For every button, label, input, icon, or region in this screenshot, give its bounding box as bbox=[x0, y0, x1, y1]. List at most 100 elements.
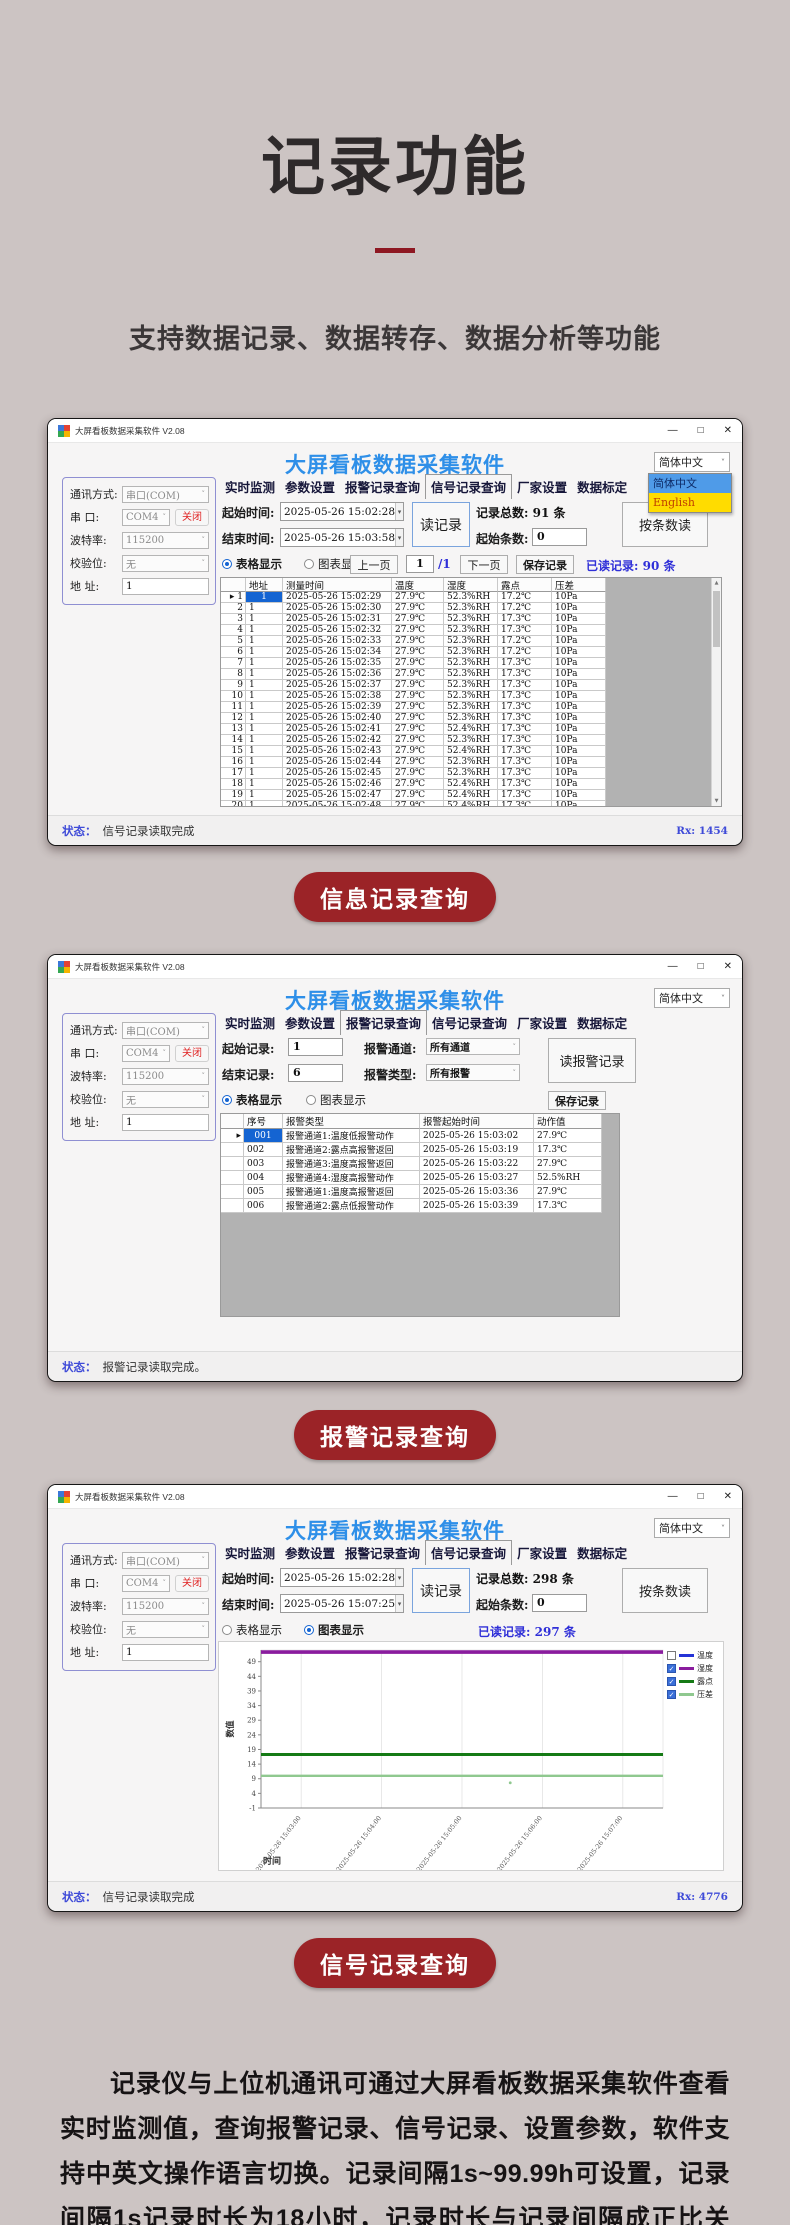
start-time-input[interactable]: 2025-05-26 15:02:28▾ bbox=[280, 502, 404, 521]
table-view-radio[interactable]: 表格显示 bbox=[222, 1622, 282, 1638]
table-row[interactable]: 1012025-05-26 15:02:3827.9℃52.3%RH17.3℃1… bbox=[221, 691, 721, 702]
tab-3[interactable]: 信号记录查询 bbox=[425, 1540, 512, 1565]
minimize-button[interactable]: — bbox=[668, 962, 678, 972]
port-close-button[interactable]: 关闭 bbox=[175, 1575, 209, 1592]
offset-input[interactable]: 0 bbox=[532, 1594, 587, 1612]
chart-view-radio[interactable]: 图表显示 bbox=[306, 1092, 366, 1108]
language-dropdown[interactable]: 简体中文 ˅ bbox=[654, 452, 730, 472]
save-records-button[interactable]: 保存记录 bbox=[516, 555, 574, 574]
table-row[interactable]: 1812025-05-26 15:02:4627.9℃52.4%RH17.3℃1… bbox=[221, 779, 721, 790]
table-row[interactable]: 005报警通道1:温度高报警返回2025-05-26 15:03:3627.9℃ bbox=[221, 1185, 619, 1199]
read-records-button[interactable]: 读记录 bbox=[412, 1568, 470, 1613]
table-row[interactable]: 006报警通道2:露点低报警动作2025-05-26 15:03:3917.3℃ bbox=[221, 1199, 619, 1213]
tab-5[interactable]: 数据标定 bbox=[572, 476, 632, 497]
language-dropdown[interactable]: 简体中文 ˅ bbox=[654, 988, 730, 1008]
checkbox-unchecked-icon[interactable] bbox=[667, 1651, 676, 1660]
calendar-drop-icon[interactable]: ▾ bbox=[395, 1595, 403, 1612]
tab-1[interactable]: 参数设置 bbox=[280, 476, 340, 497]
comm-port-select[interactable]: COM4˅ bbox=[122, 1575, 170, 1592]
titlebar[interactable]: 大屏看板数据采集软件 V2.08 — □ ✕ bbox=[48, 955, 742, 979]
maximize-button[interactable]: □ bbox=[698, 1492, 704, 1502]
table-row[interactable]: 1612025-05-26 15:02:4427.9℃52.3%RH17.3℃1… bbox=[221, 757, 721, 768]
scroll-thumb[interactable] bbox=[713, 591, 720, 647]
table-row[interactable]: 1112025-05-26 15:02:3927.9℃52.3%RH17.3℃1… bbox=[221, 702, 721, 713]
scroll-up-icon[interactable]: ▲ bbox=[712, 580, 721, 586]
tab-5[interactable]: 数据标定 bbox=[572, 1542, 632, 1563]
table-row[interactable]: ▸ 112025-05-26 15:02:2927.9℃52.3%RH17.2℃… bbox=[221, 592, 721, 603]
tab-2[interactable]: 报警记录查询 bbox=[340, 1542, 425, 1563]
table-row[interactable]: 1512025-05-26 15:02:4327.9℃52.4%RH17.3℃1… bbox=[221, 746, 721, 757]
tab-5[interactable]: 数据标定 bbox=[572, 1012, 632, 1033]
checkbox-checked-icon[interactable]: ✓ bbox=[667, 1677, 676, 1686]
table-row[interactable]: 312025-05-26 15:02:3127.9℃52.3%RH17.3℃10… bbox=[221, 614, 721, 625]
table-row[interactable]: 1312025-05-26 15:02:4127.9℃52.4%RH17.3℃1… bbox=[221, 724, 721, 735]
signal-record-table[interactable]: 地址测量时间温度湿度露点压差▸ 112025-05-26 15:02:2927.… bbox=[220, 577, 722, 807]
read-by-count-button[interactable]: 按条数读 bbox=[622, 1568, 708, 1613]
tab-2[interactable]: 报警记录查询 bbox=[340, 476, 425, 497]
tab-0[interactable]: 实时监测 bbox=[220, 1542, 280, 1563]
comm-baud-select[interactable]: 115200˅ bbox=[122, 1598, 209, 1615]
table-row[interactable]: 712025-05-26 15:02:3527.9℃52.3%RH17.3℃10… bbox=[221, 658, 721, 669]
tab-1[interactable]: 参数设置 bbox=[280, 1542, 340, 1563]
table-row[interactable]: 1212025-05-26 15:02:4027.9℃52.3%RH17.3℃1… bbox=[221, 713, 721, 724]
next-page-button[interactable]: 下一页 bbox=[460, 555, 508, 574]
comm-method-select[interactable]: 串口(COM)˅ bbox=[122, 1552, 209, 1569]
comm-addr-input[interactable]: 1 bbox=[122, 578, 209, 595]
start-time-input[interactable]: 2025-05-26 15:02:28▾ bbox=[280, 1568, 404, 1587]
alarm-type-select[interactable]: 所有报警˅ bbox=[426, 1064, 520, 1081]
table-row[interactable]: 1912025-05-26 15:02:4727.9℃52.4%RH17.3℃1… bbox=[221, 790, 721, 801]
table-view-radio[interactable]: 表格显示 bbox=[222, 1092, 282, 1108]
comm-method-select[interactable]: 串口(COM)˅ bbox=[122, 1022, 209, 1039]
alarm-channel-select[interactable]: 所有通道˅ bbox=[426, 1038, 520, 1055]
table-row[interactable]: 412025-05-26 15:02:3227.9℃52.3%RH17.3℃10… bbox=[221, 625, 721, 636]
table-row[interactable]: 612025-05-26 15:02:3427.9℃52.3%RH17.2℃10… bbox=[221, 647, 721, 658]
comm-port-select[interactable]: COM4˅ bbox=[122, 509, 170, 526]
tab-4[interactable]: 厂家设置 bbox=[512, 1542, 572, 1563]
comm-parity-select[interactable]: 无˅ bbox=[122, 1091, 209, 1108]
tab-4[interactable]: 厂家设置 bbox=[512, 1012, 572, 1033]
table-row[interactable]: 212025-05-26 15:02:3027.9℃52.3%RH17.2℃10… bbox=[221, 603, 721, 614]
minimize-button[interactable]: — bbox=[668, 1492, 678, 1502]
prev-page-button[interactable]: 上一页 bbox=[350, 555, 398, 574]
comm-parity-select[interactable]: 无˅ bbox=[122, 555, 209, 572]
maximize-button[interactable]: □ bbox=[698, 426, 704, 436]
titlebar[interactable]: 大屏看板数据采集软件 V2.08 — □ ✕ bbox=[48, 419, 742, 443]
read-records-button[interactable]: 读记录 bbox=[412, 502, 470, 547]
maximize-button[interactable]: □ bbox=[698, 962, 704, 972]
table-row[interactable]: 912025-05-26 15:02:3727.9℃52.3%RH17.3℃10… bbox=[221, 680, 721, 691]
table-scrollbar[interactable]: ▲▼ bbox=[711, 578, 721, 806]
table-row[interactable]: 512025-05-26 15:02:3327.9℃52.3%RH17.2℃10… bbox=[221, 636, 721, 647]
table-view-radio[interactable]: 表格显示 bbox=[222, 556, 282, 572]
table-row[interactable]: 2012025-05-26 15:02:4827.9℃52.4%RH17.3℃1… bbox=[221, 801, 721, 807]
start-record-input[interactable]: 1 bbox=[288, 1038, 343, 1056]
calendar-drop-icon[interactable]: ▾ bbox=[395, 1569, 403, 1586]
table-row[interactable]: 1412025-05-26 15:02:4227.9℃52.3%RH17.3℃1… bbox=[221, 735, 721, 746]
comm-parity-select[interactable]: 无˅ bbox=[122, 1621, 209, 1638]
checkbox-checked-icon[interactable]: ✓ bbox=[667, 1690, 676, 1699]
end-record-input[interactable]: 6 bbox=[288, 1064, 343, 1082]
calendar-drop-icon[interactable]: ▾ bbox=[395, 529, 403, 546]
checkbox-checked-icon[interactable]: ✓ bbox=[667, 1664, 676, 1673]
tab-0[interactable]: 实时监测 bbox=[220, 1012, 280, 1033]
table-row[interactable]: 812025-05-26 15:02:3627.9℃52.3%RH17.3℃10… bbox=[221, 669, 721, 680]
tab-3[interactable]: 信号记录查询 bbox=[427, 1012, 512, 1033]
comm-baud-select[interactable]: 115200˅ bbox=[122, 1068, 209, 1085]
table-row[interactable]: 1712025-05-26 15:02:4527.9℃52.3%RH17.3℃1… bbox=[221, 768, 721, 779]
minimize-button[interactable]: — bbox=[668, 426, 678, 436]
read-alarm-records-button[interactable]: 读报警记录 bbox=[548, 1038, 636, 1083]
save-records-button[interactable]: 保存记录 bbox=[548, 1091, 606, 1110]
language-dropdown[interactable]: 简体中文 ˅ bbox=[654, 1518, 730, 1538]
comm-addr-input[interactable]: 1 bbox=[122, 1114, 209, 1131]
close-button[interactable]: ✕ bbox=[724, 1492, 732, 1502]
table-row[interactable]: ▸001报警通道1:温度低报警动作2025-05-26 15:03:0227.9… bbox=[221, 1129, 619, 1143]
tab-4[interactable]: 厂家设置 bbox=[512, 476, 572, 497]
comm-method-select[interactable]: 串口(COM)˅ bbox=[122, 486, 209, 503]
calendar-drop-icon[interactable]: ▾ bbox=[395, 503, 403, 520]
close-button[interactable]: ✕ bbox=[724, 426, 732, 436]
table-row[interactable]: 002报警通道2:露点高报警返回2025-05-26 15:03:1917.3℃ bbox=[221, 1143, 619, 1157]
comm-baud-select[interactable]: 115200˅ bbox=[122, 532, 209, 549]
comm-addr-input[interactable]: 1 bbox=[122, 1644, 209, 1661]
page-input[interactable]: 1 bbox=[406, 555, 434, 573]
end-time-input[interactable]: 2025-05-26 15:03:58▾ bbox=[280, 528, 404, 547]
alarm-record-table[interactable]: 序号报警类型报警起始时间动作值▸001报警通道1:温度低报警动作2025-05-… bbox=[220, 1113, 620, 1317]
